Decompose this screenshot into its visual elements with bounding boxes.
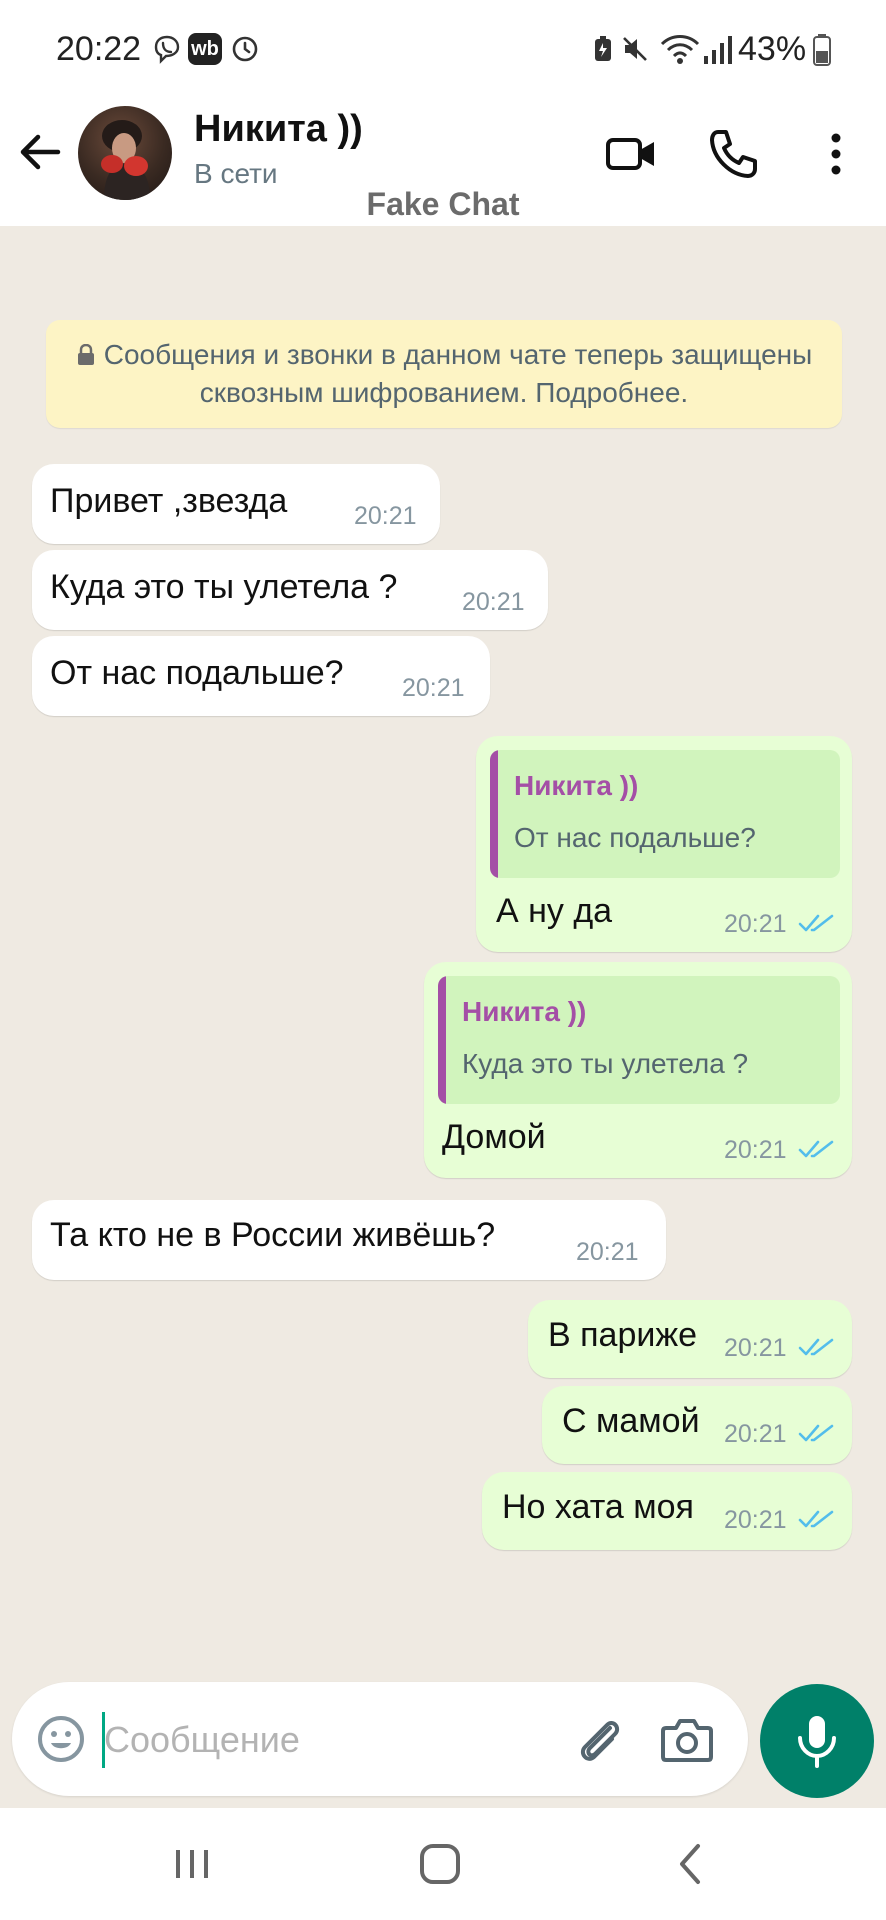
recent-apps-icon[interactable] bbox=[162, 1836, 222, 1892]
read-ticks-icon bbox=[798, 1140, 834, 1158]
message-bubble-outgoing[interactable]: В париже 20:21 bbox=[528, 1300, 852, 1378]
emoji-icon[interactable] bbox=[36, 1714, 86, 1764]
encryption-notice[interactable]: Сообщения и звонки в данном чате теперь … bbox=[46, 320, 842, 428]
lock-icon bbox=[77, 344, 94, 365]
message-bubble-outgoing[interactable]: С мамой 20:21 bbox=[542, 1386, 852, 1464]
signal-icon bbox=[704, 36, 732, 64]
contact-name[interactable]: Никита )) bbox=[194, 108, 363, 151]
message-text: А ну да bbox=[496, 892, 613, 930]
message-time: 20:21 bbox=[462, 588, 525, 616]
message-text: Привет ,звезда bbox=[50, 482, 288, 520]
message-time: 20:21 bbox=[576, 1238, 639, 1266]
message-time: 20:21 bbox=[724, 910, 787, 938]
message-time: 20:21 bbox=[354, 502, 417, 530]
quote-author: Никита )) bbox=[514, 770, 639, 801]
camera-icon[interactable] bbox=[660, 1714, 714, 1764]
encryption-notice-body: Сообщения и звонки в данном чате теперь … bbox=[68, 336, 820, 412]
message-text: С мамой bbox=[562, 1402, 700, 1440]
quote-text: От нас подальше? bbox=[514, 822, 756, 853]
quote-text: Куда это ты улетела ? bbox=[462, 1048, 749, 1079]
message-time: 20:21 bbox=[724, 1420, 787, 1448]
more-vert-icon[interactable] bbox=[806, 124, 866, 184]
message-text: В париже bbox=[548, 1316, 697, 1354]
voice-message-button[interactable] bbox=[760, 1684, 874, 1798]
message-text: От нас подальше? bbox=[50, 654, 344, 692]
message-bubble-incoming[interactable]: Привет ,звезда 20:21 bbox=[32, 464, 440, 544]
status-time: 20:22 bbox=[56, 30, 142, 68]
message-text: Та кто не в России живёшь? bbox=[50, 1216, 496, 1254]
read-ticks-icon bbox=[798, 914, 834, 932]
message-text: Домой bbox=[442, 1118, 546, 1156]
message-text: Но хата моя bbox=[502, 1488, 694, 1526]
mute-icon bbox=[623, 37, 647, 61]
viber-icon bbox=[154, 35, 180, 64]
app-watermark: Fake Chat bbox=[366, 186, 520, 222]
message-time: 20:21 bbox=[724, 1334, 787, 1362]
message-bubble-incoming[interactable]: От нас подальше? 20:21 bbox=[32, 636, 490, 716]
mic-icon bbox=[798, 1716, 836, 1768]
alarm-clock-icon bbox=[232, 36, 258, 62]
read-ticks-icon bbox=[798, 1424, 834, 1442]
quoted-message[interactable]: Никита )) Куда это ты улетела ? bbox=[438, 976, 840, 1104]
encryption-notice-text: Сообщения и звонки в данном чате теперь … bbox=[103, 339, 813, 408]
back-arrow-icon[interactable] bbox=[14, 126, 66, 178]
message-time: 20:21 bbox=[724, 1506, 787, 1534]
quote-accent-bar bbox=[438, 976, 446, 1104]
back-icon[interactable] bbox=[660, 1836, 720, 1892]
quote-author: Никита )) bbox=[462, 996, 587, 1027]
message-text: Куда это ты улетела ? bbox=[50, 568, 398, 606]
message-bubble-outgoing[interactable]: Никита )) Куда это ты улетела ? Домой 20… bbox=[424, 962, 852, 1178]
message-bubble-outgoing[interactable]: Но хата моя 20:21 bbox=[482, 1472, 852, 1550]
message-time: 20:21 bbox=[724, 1136, 787, 1164]
read-ticks-icon bbox=[798, 1510, 834, 1528]
quoted-message[interactable]: Никита )) От нас подальше? bbox=[490, 750, 840, 878]
message-bubble-incoming[interactable]: Куда это ты улетела ? 20:21 bbox=[32, 550, 548, 630]
message-bubble-incoming[interactable]: Та кто не в России живёшь? 20:21 bbox=[32, 1200, 666, 1280]
read-ticks-icon bbox=[798, 1338, 834, 1356]
message-time: 20:21 bbox=[402, 674, 465, 702]
battery-saver-icon bbox=[595, 36, 611, 61]
attach-icon[interactable] bbox=[572, 1712, 626, 1766]
quote-accent-bar bbox=[490, 750, 498, 878]
home-icon[interactable] bbox=[410, 1836, 470, 1892]
wb-icon: wb bbox=[188, 33, 222, 65]
video-call-icon[interactable] bbox=[602, 124, 662, 184]
battery-icon bbox=[813, 34, 831, 66]
wifi-icon bbox=[660, 35, 700, 64]
phone-icon[interactable] bbox=[704, 124, 764, 184]
message-bubble-outgoing[interactable]: Никита )) От нас подальше? А ну да 20:21 bbox=[476, 736, 852, 952]
message-input[interactable] bbox=[104, 1712, 534, 1768]
battery-percent: 43% bbox=[738, 30, 807, 68]
